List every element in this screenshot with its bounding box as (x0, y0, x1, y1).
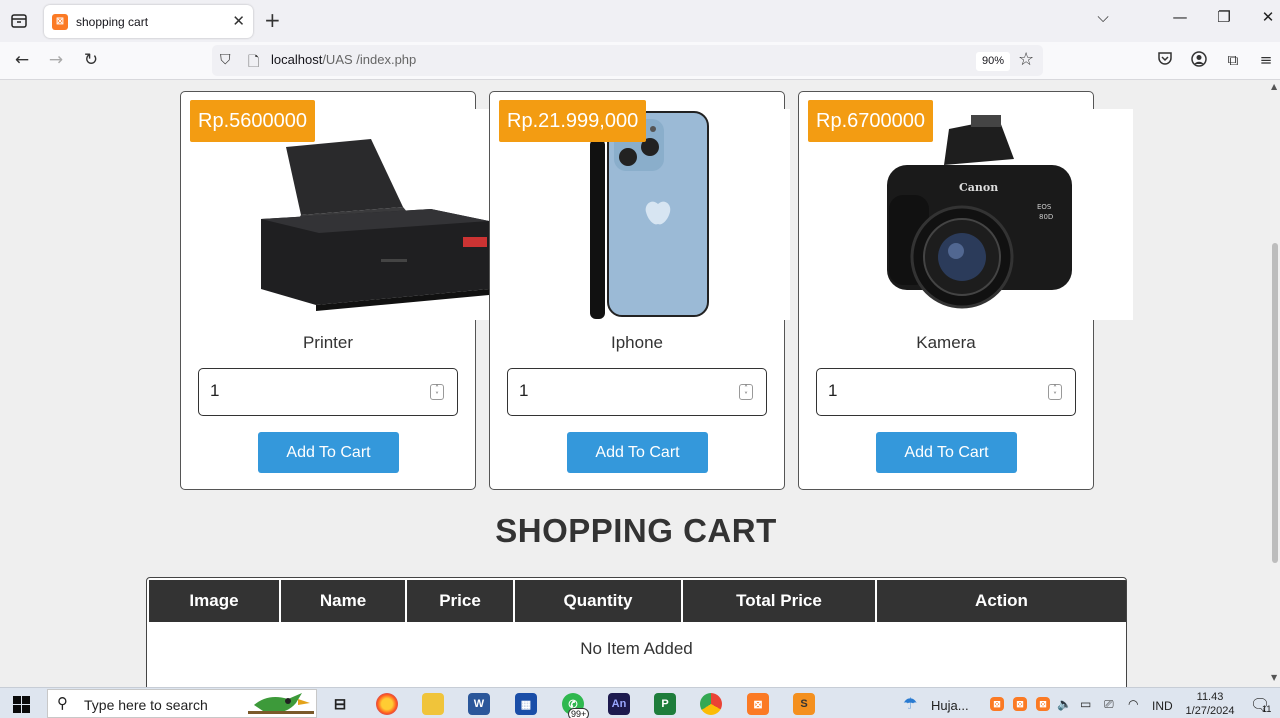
search-placeholder: Type here to search (84, 697, 208, 713)
search-icon: ⚲ (57, 694, 68, 712)
notification-count: 11 (1262, 704, 1272, 714)
new-tab-icon[interactable]: + (264, 8, 281, 32)
product-card-printer: Rp.5600000 Printer 1 ˄ ˅ Add To Cart (180, 91, 490, 490)
close-tab-icon[interactable]: ✕ (232, 12, 245, 30)
minimize-icon[interactable]: — (1168, 8, 1192, 26)
cart-table-header: Image Name Price Quantity Total Price Ac… (149, 580, 1126, 622)
menu-icon[interactable]: ≡ (1256, 51, 1276, 69)
xampp-favicon-icon: ⊠ (52, 13, 68, 30)
language-indicator[interactable]: IND (1152, 699, 1173, 713)
reload-icon[interactable]: ↻ (79, 50, 103, 70)
price-badge: Rp.21.999,000 (499, 100, 647, 142)
close-window-icon[interactable]: ✕ (1256, 8, 1280, 26)
tab-shopping-cart[interactable]: ⊠ shopping cart ✕ (44, 5, 253, 38)
navigation-toolbar: ← → ↻ ⛉ 🗋 localhost/UAS /index.php 90% ☆… (0, 42, 1280, 80)
file-explorer-icon[interactable] (422, 693, 444, 715)
url-host: localhost (271, 52, 323, 67)
quantity-input[interactable]: 1 ˄ ˅ (816, 368, 1076, 416)
cart-title: SHOPPING CART (495, 512, 777, 549)
price-badge: Rp.6700000 (808, 100, 933, 142)
wifi-icon[interactable]: ◠ (1128, 697, 1138, 711)
price-badge: Rp.5600000 (190, 100, 315, 142)
restore-icon[interactable]: ❐ (1212, 8, 1236, 26)
xampp-tray-icon[interactable]: ⊠ (990, 697, 1004, 711)
cart-table: Image Name Price Quantity Total Price Ac… (146, 577, 1127, 687)
scroll-up-icon[interactable]: ▲ (1271, 82, 1277, 91)
quantity-input[interactable]: 1 ˄ ˅ (198, 368, 458, 416)
stepper-icon[interactable]: ˄ ˅ (430, 384, 444, 400)
browser-tabstrip: ⊠ shopping cart ✕ + ⌵ — ❐ ✕ (0, 0, 1280, 42)
quantity-value: 1 (210, 381, 220, 400)
extensions-icon[interactable]: ⧉ (1223, 51, 1243, 69)
task-view-icon[interactable]: ⊟ (329, 693, 351, 715)
taskbar-clock[interactable]: 11.43 1/27/2024 (1180, 690, 1240, 718)
page-info-icon[interactable]: 🗋 (248, 51, 259, 75)
sublime-text-icon[interactable]: S (793, 693, 815, 715)
product-card-iphone: Rp.21.999,000 Iphone 1 ˄ ˅ Add To Cart (489, 91, 790, 490)
xampp-icon[interactable]: ⊠ (747, 693, 769, 715)
taskbar-search-box[interactable]: ⚲ Type here to search (47, 689, 317, 718)
quantity-value: 1 (519, 381, 529, 400)
weather-icon[interactable]: ☂ (903, 694, 917, 714)
zoom-indicator[interactable]: 90% (976, 52, 1011, 71)
clock-time: 11.43 (1196, 691, 1224, 703)
windows-start-icon[interactable] (13, 696, 30, 713)
product-name: Printer (302, 333, 354, 352)
whatsapp-badge: 99+ (568, 708, 590, 718)
column-header-image: Image (149, 580, 281, 622)
product-name: Kamera (916, 333, 976, 352)
store-icon[interactable]: ▦ (515, 693, 537, 715)
quantity-input[interactable]: 1 ˄ ˅ (507, 368, 767, 416)
tab-title: shopping cart (76, 14, 149, 29)
clock-date: 1/27/2024 (1185, 705, 1235, 717)
product-name: Iphone (611, 333, 663, 352)
add-to-cart-button[interactable]: Add To Cart (876, 432, 1017, 473)
column-header-price: Price (407, 580, 515, 622)
column-header-action: Action (877, 580, 1126, 622)
meet-now-icon[interactable]: ⎚ (1104, 697, 1114, 712)
pocket-icon[interactable] (1155, 51, 1175, 70)
weather-text[interactable]: Huja... (931, 698, 969, 713)
battery-icon[interactable]: ▭ (1080, 697, 1091, 711)
chrome-icon[interactable] (700, 693, 722, 715)
windows-taskbar: ⚲ Type here to search ⊟ W ▦ ✆ 99+ An P ⊠… (0, 687, 1280, 718)
column-header-total-price: Total Price (683, 580, 877, 622)
url-text[interactable]: localhost/UAS /index.php (271, 52, 416, 67)
back-icon[interactable]: ← (10, 50, 34, 70)
scrollbar-thumb[interactable] (1272, 243, 1278, 563)
shield-icon[interactable]: ⛉ (220, 52, 231, 68)
account-icon[interactable] (1189, 51, 1209, 71)
xampp-tray-icon[interactable]: ⊠ (1013, 697, 1027, 711)
stepper-icon[interactable]: ˄ ˅ (739, 384, 753, 400)
quantity-value: 1 (828, 381, 838, 400)
cart-empty-message: No Item Added (580, 639, 693, 658)
svg-text:80D: 80D (1039, 213, 1053, 221)
column-header-quantity: Quantity (515, 580, 683, 622)
publisher-icon[interactable]: P (654, 693, 676, 715)
svg-text:Canon: Canon (959, 181, 998, 194)
scroll-down-icon[interactable]: ▼ (1271, 673, 1277, 682)
firefox-icon[interactable] (376, 693, 398, 715)
xampp-tray-icon[interactable]: ⊠ (1036, 697, 1050, 711)
bookmark-star-icon[interactable]: ☆ (1018, 49, 1034, 70)
add-to-cart-button[interactable]: Add To Cart (258, 432, 399, 473)
volume-icon[interactable]: 🔈 (1057, 697, 1072, 711)
column-header-name: Name (281, 580, 407, 622)
product-card-kamera: Rp.6700000 Canon EOS 80D Kamera 1 ˄ ˅ Add (798, 91, 1133, 490)
animate-icon[interactable]: An (608, 693, 630, 715)
url-path: /UAS /index.php (322, 52, 417, 67)
svg-text:EOS: EOS (1037, 203, 1052, 211)
add-to-cart-button[interactable]: Add To Cart (567, 432, 708, 473)
forward-icon[interactable]: → (44, 50, 68, 70)
stepper-icon[interactable]: ˄ ˅ (1048, 384, 1062, 400)
word-icon[interactable]: W (468, 693, 490, 715)
chevron-down-icon[interactable]: ⌵ (1091, 8, 1115, 26)
bird-illustration-icon (248, 693, 314, 714)
url-bar[interactable]: ⛉ 🗋 localhost/UAS /index.php 90% ☆ (212, 45, 1043, 76)
tab-list-icon[interactable] (8, 10, 30, 32)
page-content: Rp.5600000 Printer 1 ˄ ˅ Add To Cart Rp.2… (0, 80, 1270, 687)
